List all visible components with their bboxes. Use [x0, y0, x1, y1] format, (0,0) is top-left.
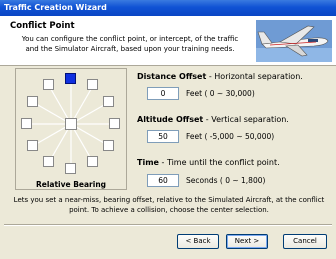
bearing-3-oclock[interactable]: [109, 118, 120, 129]
time-unit: Seconds ( 0 ~ 1,800): [186, 176, 266, 185]
distance-input[interactable]: 0: [147, 87, 179, 100]
bearing-1-oclock[interactable]: [87, 79, 98, 90]
cancel-button[interactable]: Cancel: [283, 234, 327, 249]
altitude-desc: - Vertical separation.: [203, 115, 289, 124]
window-title: Traffic Creation Wizard: [0, 0, 336, 16]
altitude-unit: Feet ( -5,000 ~ 50,000): [186, 132, 275, 141]
time-desc: - Time until the conflict point.: [158, 158, 280, 167]
page-description: You can configure the conflict point, or…: [21, 35, 239, 53]
time-title: Time: [137, 158, 159, 167]
bearing-8-oclock[interactable]: [27, 140, 38, 151]
wizard-header: Conflict Point You can configure the con…: [0, 16, 336, 66]
next-button[interactable]: Next >: [226, 234, 268, 249]
back-button[interactable]: < Back: [177, 234, 219, 249]
distance-desc: - Horizontal separation.: [206, 72, 303, 81]
bearing-12-oclock[interactable]: [65, 73, 76, 84]
bearing-9-oclock[interactable]: [21, 118, 32, 129]
page-title: Conflict Point: [10, 21, 75, 31]
bearing-5-oclock[interactable]: [87, 156, 98, 167]
bearing-11-oclock[interactable]: [43, 79, 54, 90]
footer-hint: Lets you set a near-miss, bearing offset…: [13, 196, 325, 214]
bearing-center[interactable]: [65, 118, 77, 130]
bearing-label: Relative Bearing: [35, 180, 107, 189]
bearing-4-oclock[interactable]: [103, 140, 114, 151]
altitude-heading: Altitude Offset - Vertical separation.: [137, 115, 289, 124]
time-heading: Time - Time until the conflict point.: [137, 158, 280, 167]
distance-heading: Distance Offset - Horizontal separation.: [137, 72, 303, 81]
bearing-7-oclock[interactable]: [43, 156, 54, 167]
altitude-input[interactable]: 50: [147, 130, 179, 143]
distance-title: Distance Offset: [137, 72, 207, 81]
time-input[interactable]: 60: [147, 174, 179, 187]
bearing-6-oclock[interactable]: [65, 163, 76, 174]
bearing-10-oclock[interactable]: [27, 96, 38, 107]
distance-unit: Feet ( 0 ~ 30,000): [186, 89, 255, 98]
divider: [4, 224, 332, 226]
bearing-2-oclock[interactable]: [103, 96, 114, 107]
airplane-icon: [256, 20, 332, 62]
altitude-title: Altitude Offset: [137, 115, 204, 124]
